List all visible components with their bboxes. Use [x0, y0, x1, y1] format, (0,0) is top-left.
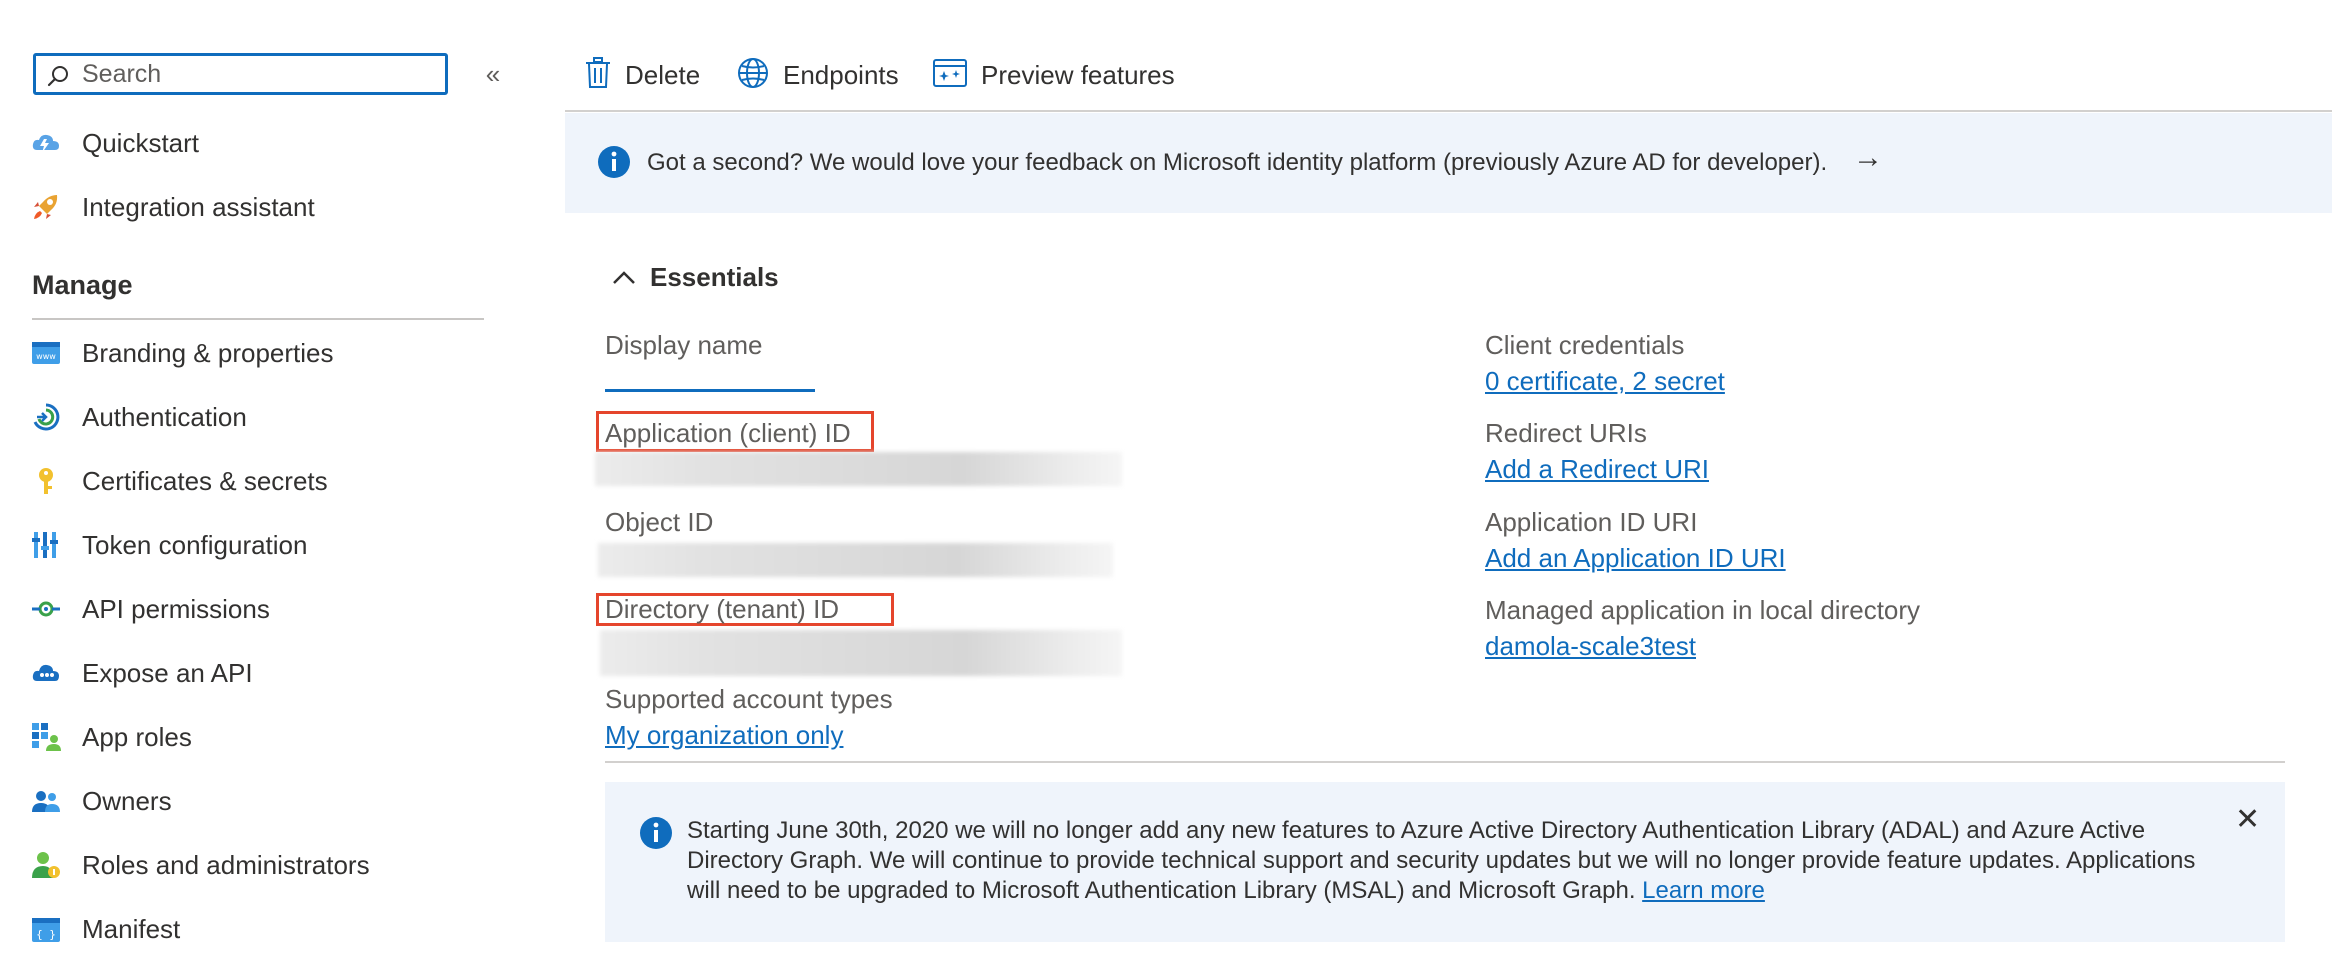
add-app-id-uri-link[interactable]: Add an Application ID URI — [1485, 543, 1786, 574]
preview-features-icon — [933, 58, 967, 92]
preview-features-label: Preview features — [981, 59, 1175, 90]
globe-icon — [737, 57, 769, 94]
sidebar-item-label: Owners — [82, 785, 172, 816]
token-bars-icon — [30, 529, 62, 561]
cloud-api-icon — [30, 657, 62, 689]
sidebar-item-label: Roles and administrators — [82, 849, 370, 880]
collapse-sidebar-icon[interactable]: « — [480, 60, 506, 88]
toolbar-divider — [565, 110, 2332, 112]
display-name-label: Display name — [605, 330, 763, 360]
preview-features-button[interactable]: Preview features — [933, 55, 1175, 95]
sidebar-item-app-roles[interactable]: App roles — [30, 717, 510, 757]
sidebar-item-label: Token configuration — [82, 529, 308, 560]
command-bar: Delete Endpoints Preview features — [565, 0, 2332, 110]
person-admin-icon — [30, 849, 62, 881]
adal-deprecation-notice: Starting June 30th, 2020 we will no long… — [605, 782, 2285, 942]
search-icon — [46, 64, 70, 88]
app-client-id-label: Application (client) ID — [605, 418, 851, 448]
sidebar-item-label: Expose an API — [82, 657, 253, 688]
learn-more-link[interactable]: Learn more — [1642, 877, 1765, 904]
info-icon — [597, 145, 631, 184]
client-credentials-label: Client credentials — [1485, 330, 1685, 360]
svg-text:www: www — [36, 352, 56, 361]
svg-text:{ }: { } — [36, 928, 56, 941]
app-client-id-value-redacted — [595, 452, 1122, 486]
sidebar-item-owners[interactable]: Owners — [30, 781, 510, 821]
notice-text-block: Starting June 30th, 2020 we will no long… — [687, 816, 2227, 906]
sidebar-item-label: API permissions — [82, 593, 270, 624]
endpoints-label: Endpoints — [783, 59, 899, 90]
sidebar-item-branding-properties[interactable]: www Branding & properties — [30, 333, 510, 373]
manifest-icon: { } — [30, 913, 62, 945]
close-icon[interactable]: ✕ — [2235, 802, 2260, 837]
arrow-right-icon[interactable]: → — [1853, 141, 1883, 175]
sidebar-item-api-permissions[interactable]: API permissions — [30, 589, 510, 629]
api-permissions-icon — [30, 593, 62, 625]
app-id-uri-label: Application ID URI — [1485, 507, 1698, 537]
section-divider — [32, 318, 484, 320]
directory-tenant-id-label: Directory (tenant) ID — [605, 594, 840, 624]
managed-app-label: Managed application in local directory — [1485, 595, 1921, 625]
people-icon — [30, 785, 62, 817]
sidebar-item-label: Manifest — [82, 913, 181, 944]
delete-label: Delete — [625, 59, 701, 90]
search-box[interactable] — [33, 53, 448, 95]
section-header-manage: Manage — [32, 270, 133, 300]
sidebar-item-label: Authentication — [82, 401, 247, 432]
key-icon — [30, 465, 62, 497]
sidebar-item-quickstart[interactable]: Quickstart — [30, 123, 510, 163]
sidebar-item-authentication[interactable]: Authentication — [30, 397, 510, 437]
display-name-value[interactable] — [605, 389, 815, 392]
sidebar-item-label: Branding & properties — [82, 337, 334, 368]
supported-account-types-link[interactable]: My organization only — [605, 720, 843, 751]
delete-button[interactable]: Delete — [585, 55, 700, 95]
sidebar-item-label: Integration assistant — [82, 191, 315, 222]
sidebar-item-certificates-secrets[interactable]: Certificates & secrets — [30, 461, 510, 501]
trash-icon — [585, 56, 611, 94]
sidebar: « Quickstart Integration a — [0, 0, 540, 956]
redirect-uris-label: Redirect URIs — [1485, 418, 1647, 448]
essentials-divider — [605, 761, 2285, 763]
sidebar-item-manifest[interactable]: { } Manifest — [30, 909, 510, 949]
chevron-up-icon — [610, 264, 638, 292]
directory-tenant-id-value-redacted — [600, 630, 1122, 676]
essentials-label: Essentials — [650, 262, 779, 292]
sidebar-item-label: Quickstart — [82, 127, 200, 158]
feedback-message: Got a second? We would love your feedbac… — [647, 149, 1828, 176]
supported-account-types-label: Supported account types — [605, 684, 893, 714]
sidebar-item-label: Certificates & secrets — [82, 465, 328, 496]
cloud-lightning-icon — [30, 127, 62, 159]
sidebar-item-expose-an-api[interactable]: Expose an API — [30, 653, 510, 693]
rocket-icon — [30, 191, 62, 223]
info-icon — [639, 816, 673, 855]
object-id-value-redacted — [598, 543, 1113, 577]
add-redirect-uri-link[interactable]: Add a Redirect URI — [1485, 454, 1709, 485]
client-credentials-link[interactable]: 0 certificate, 2 secret — [1485, 366, 1725, 397]
search-input[interactable] — [82, 59, 432, 89]
app-roles-grid-icon — [30, 721, 62, 753]
object-id-label: Object ID — [605, 507, 714, 537]
managed-app-link[interactable]: damola-scale3test — [1485, 631, 1696, 662]
essentials-toggle[interactable]: Essentials — [610, 262, 779, 293]
www-icon: www — [30, 337, 62, 369]
authentication-icon — [30, 401, 62, 433]
endpoints-button[interactable]: Endpoints — [737, 55, 899, 95]
sidebar-item-token-configuration[interactable]: Token configuration — [30, 525, 510, 565]
sidebar-item-label: App roles — [82, 721, 192, 752]
notice-text: Starting June 30th, 2020 we will no long… — [687, 817, 2196, 904]
sidebar-item-integration-assistant[interactable]: Integration assistant — [30, 187, 510, 227]
sidebar-item-roles-administrators[interactable]: Roles and administrators — [30, 845, 510, 885]
app-registration-overview: « Quickstart Integration a — [0, 0, 2332, 956]
feedback-banner[interactable]: Got a second? We would love your feedbac… — [565, 113, 2332, 213]
